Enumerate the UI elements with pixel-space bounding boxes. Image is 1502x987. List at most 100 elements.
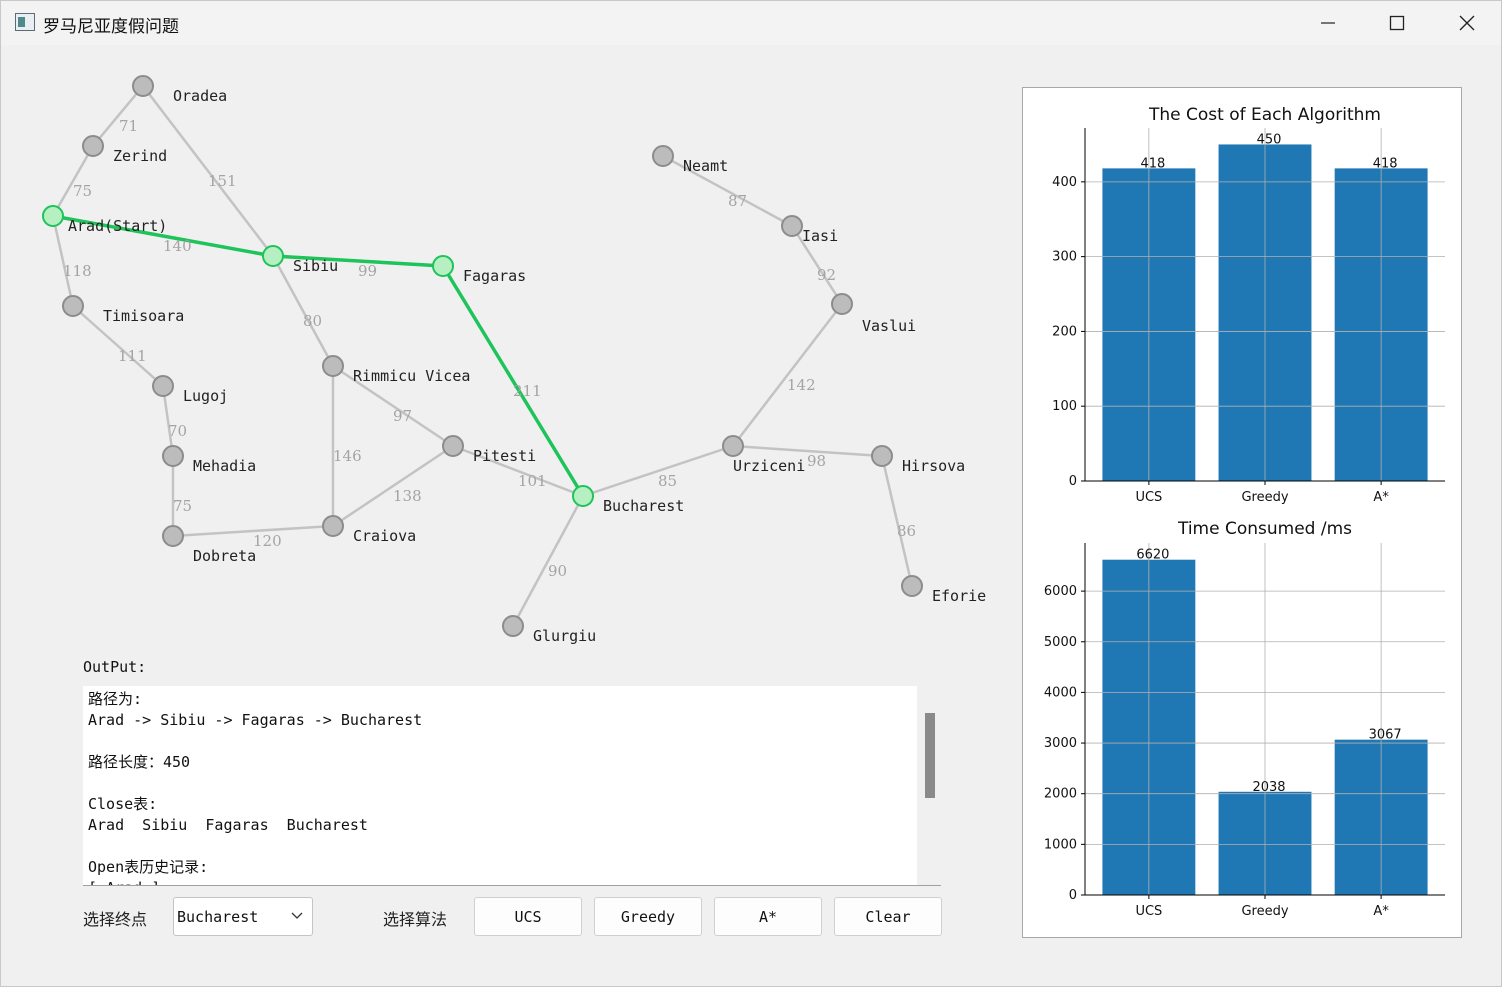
output-line: Open表历史记录: xyxy=(88,858,209,876)
time-xtick-label-A*: A* xyxy=(1373,904,1389,919)
edge-cost-bucharest-urziceni: 85 xyxy=(658,472,677,490)
city-label-fagaras: Fagaras xyxy=(463,267,526,285)
output-text: 路径为: Arad -> Sibiu -> Fagaras -> Buchares… xyxy=(88,689,911,885)
output-text-area[interactable]: 路径为: Arad -> Sibiu -> Fagaras -> Buchares… xyxy=(83,686,941,886)
output-line: Arad Sibiu Fagaras Bucharest xyxy=(88,816,368,834)
city-label-arad: Arad(Start) xyxy=(68,217,167,235)
city-node-craiova xyxy=(322,515,344,537)
edge-cost-mehadia-dobreta: 75 xyxy=(173,497,192,515)
edge-oradea-zerind xyxy=(92,85,144,147)
edge-cost-timisoara-lugoj: 111 xyxy=(118,347,147,365)
edge-cost-arad-sibiu: 140 xyxy=(163,237,192,255)
output-line: Arad -> Sibiu -> Fagaras -> Bucharest xyxy=(88,711,423,729)
greedy-button[interactable]: Greedy xyxy=(594,897,702,936)
end-point-select[interactable]: Bucharest xyxy=(173,897,313,936)
edge-cost-sibiu-rimnicu: 80 xyxy=(303,312,322,330)
edge-cost-rimnicu-craiova: 146 xyxy=(333,447,362,465)
time-ytick-label: 5000 xyxy=(1044,635,1077,650)
minimize-icon xyxy=(1321,22,1335,24)
end-point-value: Bucharest xyxy=(177,908,259,926)
cost-ytick-label: 200 xyxy=(1052,324,1077,339)
edge-cost-oradea-sibiu: 151 xyxy=(208,172,237,190)
city-node-giurgiu xyxy=(502,615,524,637)
city-node-urziceni xyxy=(722,435,744,457)
edge-cost-fagaras-bucharest: 211 xyxy=(513,382,542,400)
city-node-lugoj xyxy=(152,375,174,397)
clear-button[interactable]: Clear xyxy=(834,897,942,936)
city-label-hirsova: Hirsova xyxy=(902,457,965,475)
maximize-icon xyxy=(1389,15,1405,31)
city-label-lugoj: Lugoj xyxy=(183,387,228,405)
city-node-zerind xyxy=(82,135,104,157)
cost-data-label-Greedy: 450 xyxy=(1257,132,1282,147)
city-node-eforie xyxy=(901,575,923,597)
city-label-mehadia: Mehadia xyxy=(193,457,256,475)
city-label-pitesti: Pitesti xyxy=(473,447,536,465)
time-data-label-Greedy: 2038 xyxy=(1252,780,1285,795)
algorithm-label: 选择算法 xyxy=(383,910,448,929)
city-node-rimnicu xyxy=(322,355,344,377)
output-line: 路径为: xyxy=(88,690,143,708)
charts-panel: The Cost of Each Algorithm 0 100 200 300 400 U… xyxy=(1022,87,1462,938)
time-ytick-label: 0 xyxy=(1069,888,1077,903)
city-label-dobreta: Dobreta xyxy=(193,547,256,565)
edge-cost-lugoj-mehadia: 70 xyxy=(168,422,187,440)
edge-cost-pitesti-bucharest: 101 xyxy=(518,472,547,490)
cost-data-label-A*: 418 xyxy=(1373,156,1398,171)
city-node-hirsova xyxy=(871,445,893,467)
edge-cost-dobreta-craiova: 120 xyxy=(253,532,282,550)
edge-cost-craiova-pitesti: 138 xyxy=(393,487,422,505)
output-line: 路径长度：450 xyxy=(88,753,191,771)
output-scrollbar-thumb[interactable] xyxy=(925,713,935,798)
city-node-timisoara xyxy=(62,295,84,317)
edge-cost-oradea-zerind: 71 xyxy=(119,117,138,135)
chevron-down-icon xyxy=(290,906,304,930)
time-ytick-label: 4000 xyxy=(1044,685,1077,700)
astar-button[interactable]: A* xyxy=(714,897,822,936)
edge-urziceni-vaslui xyxy=(732,303,843,447)
cost-ytick-label: 0 xyxy=(1069,474,1077,489)
edge-cost-arad-timisoara: 118 xyxy=(63,262,92,280)
edge-cost-hirsova-eforie: 86 xyxy=(897,522,916,540)
city-label-sibiu: Sibiu xyxy=(293,257,338,275)
city-label-iasi: Iasi xyxy=(802,227,838,245)
minimize-button[interactable] xyxy=(1293,1,1363,45)
maximize-button[interactable] xyxy=(1362,1,1432,45)
output-scrollbar[interactable] xyxy=(917,686,941,885)
cost-ytick-label: 100 xyxy=(1052,399,1077,414)
app-window: 罗马尼亚度假问题 71 75 151 140 118 111 70 75 120 99 80 97 14… xyxy=(0,0,1502,987)
city-node-pitesti xyxy=(442,435,464,457)
edge-cost-urziceni-hirsova: 98 xyxy=(807,452,826,470)
time-data-label-A*: 3067 xyxy=(1369,728,1402,743)
ucs-button[interactable]: UCS xyxy=(474,897,582,936)
city-label-zerind: Zerind xyxy=(113,147,167,165)
city-node-iasi xyxy=(781,215,803,237)
cost-xtick-label-A*: A* xyxy=(1373,490,1389,505)
time-xtick-label-Greedy: Greedy xyxy=(1241,904,1288,919)
city-node-neamt xyxy=(652,145,674,167)
edge-cost-iasi-neamt: 87 xyxy=(728,192,747,210)
romania-map-graph: 71 75 151 140 118 111 70 75 120 99 80 97 146 138 211 10… xyxy=(42,75,986,645)
close-button[interactable] xyxy=(1432,1,1502,45)
time-data-label-UCS: 6620 xyxy=(1136,548,1169,563)
city-node-bucharest xyxy=(572,485,594,507)
end-point-label: 选择终点 xyxy=(83,910,148,929)
cost-xtick-label-UCS: UCS xyxy=(1135,490,1162,505)
city-node-dobreta xyxy=(162,525,184,547)
edge-cost-rimnicu-pitesti: 97 xyxy=(393,407,412,425)
output-line: Close表: xyxy=(88,795,158,813)
city-label-timisoara: Timisoara xyxy=(103,307,184,325)
algorithm-charts: The Cost of Each Algorithm 0 100 200 300 400 U… xyxy=(1044,105,1445,919)
time-ytick-label: 6000 xyxy=(1044,584,1077,599)
city-label-giurgiu: Glurgiu xyxy=(533,627,596,645)
city-node-vaslui xyxy=(831,293,853,315)
city-label-eforie: Eforie xyxy=(932,587,986,605)
edge-cost-zerind-arad: 75 xyxy=(73,182,92,200)
city-node-oradea xyxy=(132,75,154,97)
cost-data-label-UCS: 418 xyxy=(1140,156,1165,171)
edge-cost-urziceni-vaslui: 142 xyxy=(787,376,816,394)
city-label-urziceni: Urziceni xyxy=(733,457,805,475)
cost-xtick-label-Greedy: Greedy xyxy=(1241,490,1288,505)
